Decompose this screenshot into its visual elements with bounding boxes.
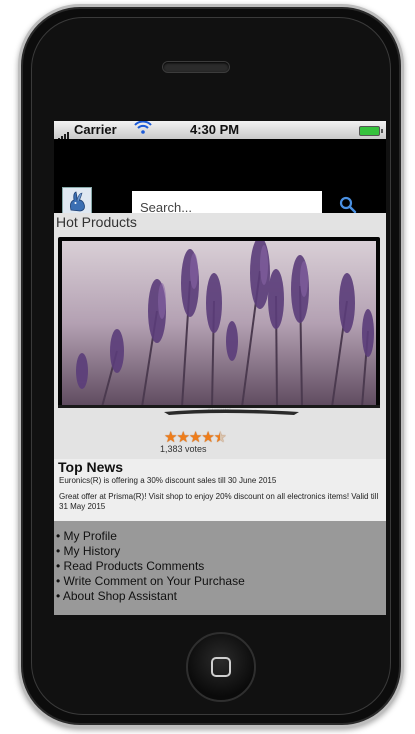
earpiece-speaker — [163, 62, 229, 72]
app-header — [54, 139, 386, 223]
menu-item-write-comment[interactable]: Write Comment on Your Purchase — [56, 574, 386, 589]
hot-products-section: SAMSUNG ★★★★★★ 1,383 votes — [54, 231, 386, 459]
tv-stand — [54, 405, 384, 415]
search-icon[interactable] — [338, 195, 358, 215]
top-news-section: Top News Euronics(R) is offering a 30% d… — [54, 459, 386, 521]
tv-product-image[interactable]: SAMSUNG — [58, 237, 380, 412]
wifi-icon — [134, 121, 152, 137]
news-item[interactable]: Euronics(R) is offering a 30% discount s… — [59, 476, 381, 485]
tv-screen-lavender-image — [62, 241, 376, 407]
votes-count: 1,383 votes — [160, 444, 207, 454]
home-button[interactable] — [186, 632, 256, 702]
battery-icon — [359, 126, 383, 136]
news-item[interactable]: Great offer at Prisma(R)! Visit shop to … — [59, 492, 381, 512]
home-square-icon — [211, 657, 231, 677]
menu-item-about[interactable]: About Shop Assistant — [56, 589, 386, 604]
status-time: 4:30 PM — [190, 122, 240, 137]
menu-item-my-history[interactable]: My History — [56, 544, 386, 559]
carrier-label: Carrier — [74, 122, 117, 137]
main-menu: My Profile My History Read Products Comm… — [54, 521, 386, 615]
hot-products-title: Hot Products — [54, 213, 386, 231]
app-screen: Carrier 4:30 PM Hot Products — [54, 121, 386, 615]
menu-item-read-comments[interactable]: Read Products Comments — [56, 559, 386, 574]
menu-item-my-profile[interactable]: My Profile — [56, 529, 386, 544]
status-bar: Carrier 4:30 PM — [54, 121, 386, 141]
top-news-title: Top News — [58, 459, 124, 475]
